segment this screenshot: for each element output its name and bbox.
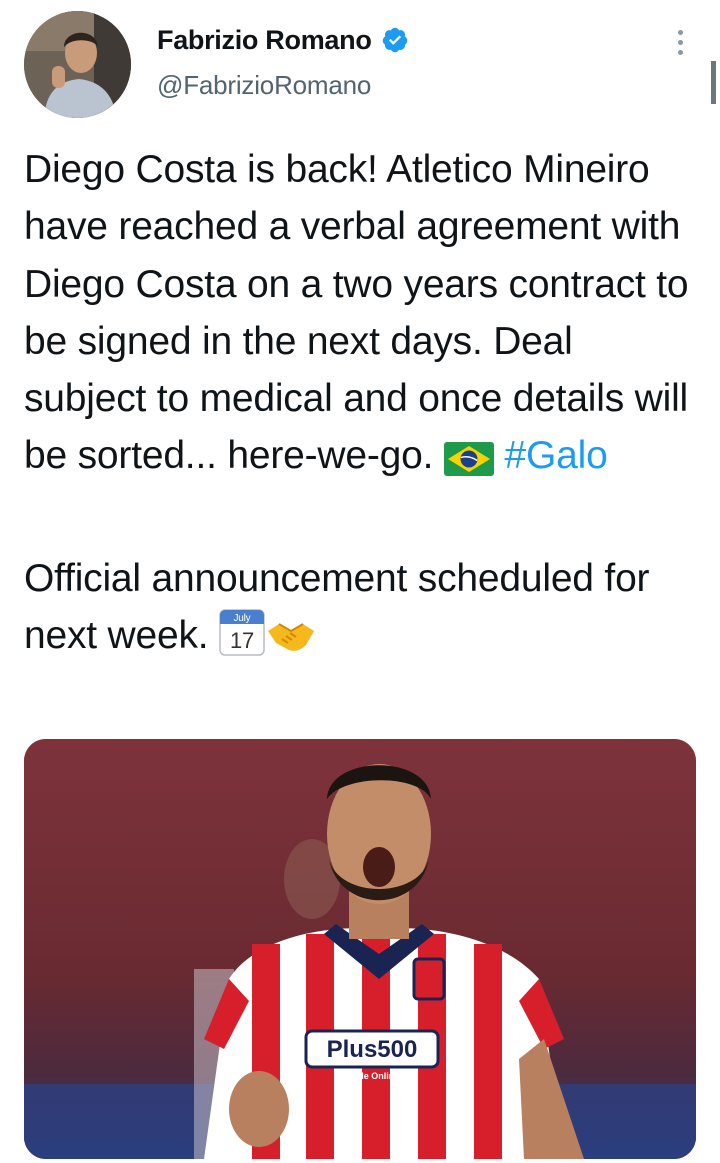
more-dot [677,49,683,55]
tweet-paragraph: Diego Costa is back! Atletico Mineiro ha… [24,141,704,493]
scrollbar-thumb[interactable] [711,61,716,104]
more-dot [677,29,683,35]
calendar-day: 17 [230,628,254,653]
author-row[interactable]: Fabrizio Romano [157,22,409,58]
tweet-media-image[interactable]: Plus500 Trade Online [24,739,696,1159]
sponsor-subtext: Trade Online [345,1071,400,1081]
handshake-icon [265,615,317,672]
brazil-flag-icon [443,435,494,492]
more-options-icon[interactable] [664,22,696,62]
avatar[interactable] [24,11,131,118]
tweet-paragraph-text: Official announcement scheduled for next… [24,557,660,658]
tweet-text: Diego Costa is back! Atletico Mineiro ha… [24,141,704,673]
verified-badge-icon [382,27,407,53]
more-dot [677,39,683,45]
avatar-photo [24,11,131,118]
sponsor-text: Plus500 [327,1036,418,1063]
user-handle[interactable]: @FabrizioRomano [157,70,371,101]
tweet-paragraph-text: Diego Costa is back! Atletico Mineiro ha… [24,148,700,478]
media-photo: Plus500 Trade Online [24,739,696,1159]
calendar-month: July [234,613,251,624]
display-name[interactable]: Fabrizio Romano [157,25,372,56]
tweet-paragraph: Official announcement scheduled for next… [24,550,704,673]
hashtag-link[interactable]: #Galo [505,434,608,477]
calendar-icon: July 17 [219,608,265,672]
